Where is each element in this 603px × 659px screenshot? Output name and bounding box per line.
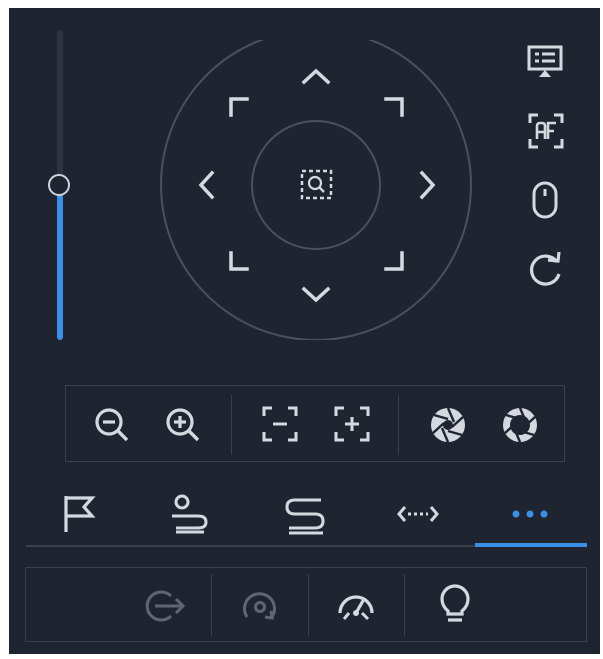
- speed-icon[interactable]: [334, 589, 378, 623]
- mouse-icon[interactable]: [530, 180, 560, 220]
- tab-pan[interactable]: [396, 500, 440, 528]
- iris-close-icon[interactable]: [428, 405, 468, 445]
- more-icon: [512, 510, 548, 518]
- focus-far-icon[interactable]: [334, 406, 370, 442]
- tools-divider: [404, 574, 405, 636]
- pan-down-left-icon[interactable]: [229, 251, 249, 271]
- osd-menu-icon[interactable]: [527, 45, 563, 79]
- pan-icon: [397, 506, 439, 522]
- tools-divider: [308, 574, 309, 636]
- rotate-icon: [238, 587, 282, 627]
- pan-up-right-icon[interactable]: [384, 97, 404, 117]
- extra-tools-group: [25, 567, 587, 642]
- refresh-icon[interactable]: [526, 250, 566, 290]
- tab-preset[interactable]: [60, 492, 100, 536]
- tools-divider: [211, 574, 212, 636]
- pan-down-right-icon[interactable]: [384, 251, 404, 271]
- go-home-icon: [143, 587, 187, 625]
- preset-flag-icon: [64, 496, 96, 532]
- tab-tour[interactable]: [168, 492, 214, 536]
- pattern-icon: [285, 498, 325, 535]
- lens-control-group: [65, 385, 565, 462]
- tour-icon: [172, 494, 208, 534]
- lens-divider: [398, 395, 399, 455]
- lens-divider: [231, 395, 232, 455]
- tab-active-indicator: [475, 543, 587, 547]
- pan-up-icon[interactable]: [301, 68, 331, 85]
- tab-more[interactable]: [508, 504, 552, 524]
- zoom-slider-fill: [57, 185, 63, 340]
- pan-left-icon[interactable]: [198, 170, 215, 200]
- area-zoom-icon[interactable]: [300, 169, 333, 200]
- pan-right-icon[interactable]: [419, 170, 436, 200]
- light-icon[interactable]: [438, 583, 472, 627]
- iris-open-icon[interactable]: [500, 405, 540, 445]
- tab-pattern[interactable]: [283, 492, 329, 536]
- pan-down-icon[interactable]: [301, 286, 331, 303]
- focus-near-icon[interactable]: [262, 406, 298, 442]
- ptz-direction-pad: [160, 40, 472, 340]
- zoom-in-icon[interactable]: [163, 405, 203, 445]
- zoom-slider-thumb[interactable]: [48, 174, 70, 196]
- auto-focus-icon[interactable]: [528, 113, 564, 149]
- pan-up-left-icon[interactable]: [229, 97, 249, 117]
- zoom-out-icon[interactable]: [92, 405, 132, 445]
